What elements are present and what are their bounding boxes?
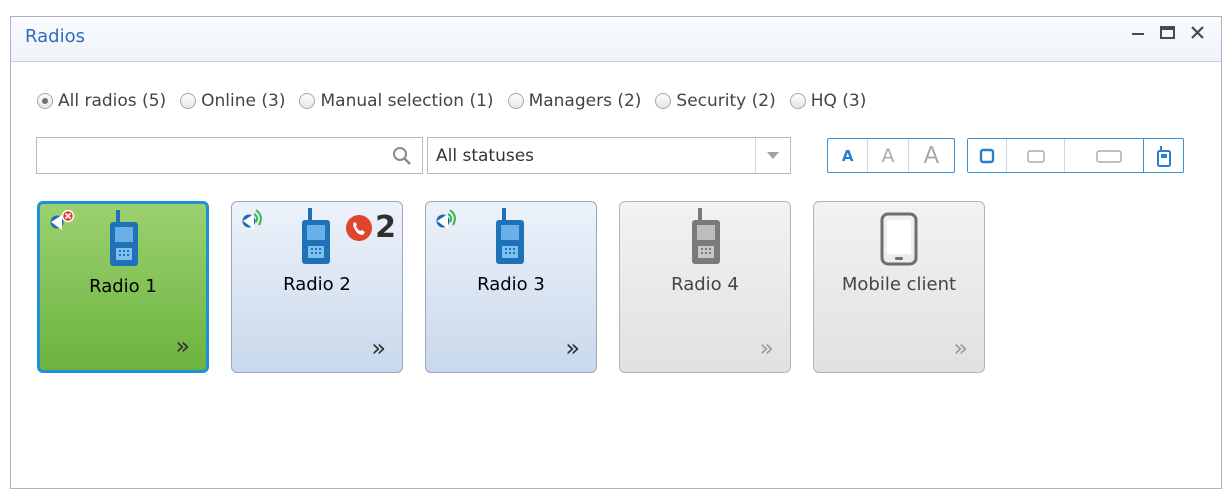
radio-filter-group: All radios (5) Online (3) Manual selecti… bbox=[37, 91, 880, 111]
tile-label: Radio 1 bbox=[89, 276, 157, 297]
filter-label: Security (2) bbox=[676, 91, 776, 111]
device-view-button[interactable] bbox=[1143, 138, 1184, 173]
minimize-icon[interactable] bbox=[1125, 23, 1151, 48]
tile-label: Radio 2 bbox=[283, 274, 351, 295]
chevron-down-icon bbox=[767, 152, 779, 159]
tile-size-toggle bbox=[967, 138, 1154, 173]
tile-large-button[interactable] bbox=[1064, 139, 1153, 172]
filter-manual-selection[interactable]: Manual selection (1) bbox=[299, 91, 494, 111]
font-medium-label: A bbox=[881, 144, 895, 167]
status-online-signal-icon bbox=[436, 208, 464, 238]
dropdown-button[interactable] bbox=[755, 138, 790, 173]
font-large-button[interactable]: A bbox=[907, 139, 954, 172]
filter-online[interactable]: Online (3) bbox=[180, 91, 285, 111]
filter-label: HQ (3) bbox=[810, 91, 867, 111]
radio-button[interactable] bbox=[507, 93, 524, 109]
double-chevron-right-icon[interactable]: » bbox=[565, 336, 580, 360]
radio-device-icon bbox=[494, 208, 526, 270]
phone-call-icon bbox=[346, 214, 373, 241]
radio-button[interactable] bbox=[37, 93, 53, 109]
radio-tile-2[interactable]: 2 Radio 2 » bbox=[231, 201, 403, 373]
radio-button[interactable] bbox=[789, 93, 806, 109]
call-count: 2 bbox=[375, 210, 396, 245]
filter-security[interactable]: Security (2) bbox=[655, 91, 776, 111]
tile-label: Radio 3 bbox=[477, 274, 545, 295]
status-select[interactable]: All statuses bbox=[427, 137, 791, 174]
radio-view-button[interactable] bbox=[1144, 139, 1183, 172]
radio-tile-4[interactable]: Radio 4 » bbox=[619, 201, 791, 373]
font-size-toggle: A A A bbox=[827, 138, 955, 173]
tile-label: Radio 4 bbox=[671, 274, 739, 295]
mobile-client-tile[interactable]: Mobile client » bbox=[813, 201, 985, 373]
double-chevron-right-icon[interactable]: » bbox=[371, 336, 386, 360]
radio-tile-1[interactable]: Radio 1 » bbox=[37, 201, 209, 373]
double-chevron-right-icon[interactable]: » bbox=[175, 334, 190, 358]
radio-button[interactable] bbox=[180, 93, 197, 109]
radio-device-icon bbox=[108, 210, 140, 272]
radio-device-icon bbox=[1156, 145, 1171, 167]
window-title: Radios bbox=[25, 26, 85, 47]
filter-label: Manual selection (1) bbox=[320, 91, 494, 111]
radio-button[interactable] bbox=[299, 93, 316, 109]
font-small-button[interactable]: A bbox=[828, 139, 867, 172]
filter-label: Managers (2) bbox=[528, 91, 642, 111]
double-chevron-right-icon[interactable]: » bbox=[759, 336, 774, 360]
tile-label: Mobile client bbox=[841, 274, 957, 295]
medium-tile-icon bbox=[1026, 149, 1045, 163]
tile-medium-button[interactable] bbox=[1005, 139, 1065, 172]
maximize-icon[interactable] bbox=[1155, 23, 1181, 48]
smartphone-icon bbox=[880, 212, 918, 270]
title-bar: Radios bbox=[11, 17, 1221, 62]
status-offline-signal-icon bbox=[50, 209, 78, 240]
status-online-signal-icon bbox=[242, 208, 270, 238]
small-tile-icon bbox=[979, 148, 995, 163]
incoming-call-badge: 2 bbox=[345, 210, 396, 245]
radio-button[interactable] bbox=[655, 93, 672, 109]
font-medium-button[interactable]: A bbox=[867, 139, 907, 172]
filter-label: Online (3) bbox=[201, 91, 286, 111]
radio-device-icon bbox=[300, 208, 332, 270]
filter-managers[interactable]: Managers (2) bbox=[507, 91, 642, 111]
font-large-label: A bbox=[923, 142, 940, 169]
radios-window: Radios All radios (5) Online (3) Manual … bbox=[10, 16, 1222, 489]
filter-hq[interactable]: HQ (3) bbox=[789, 91, 867, 111]
filter-all-radios[interactable]: All radios (5) bbox=[37, 91, 166, 111]
search-icon[interactable] bbox=[392, 146, 412, 170]
radio-device-icon bbox=[690, 208, 722, 270]
double-chevron-right-icon[interactable]: » bbox=[953, 336, 968, 360]
filter-label: All radios (5) bbox=[58, 91, 167, 111]
tile-small-button[interactable] bbox=[968, 139, 1006, 172]
search-input[interactable] bbox=[36, 137, 423, 174]
font-small-label: A bbox=[841, 146, 854, 165]
large-tile-icon bbox=[1096, 149, 1122, 163]
close-icon[interactable] bbox=[1185, 23, 1211, 48]
status-select-value: All statuses bbox=[436, 146, 535, 166]
radio-tile-3[interactable]: Radio 3 » bbox=[425, 201, 597, 373]
